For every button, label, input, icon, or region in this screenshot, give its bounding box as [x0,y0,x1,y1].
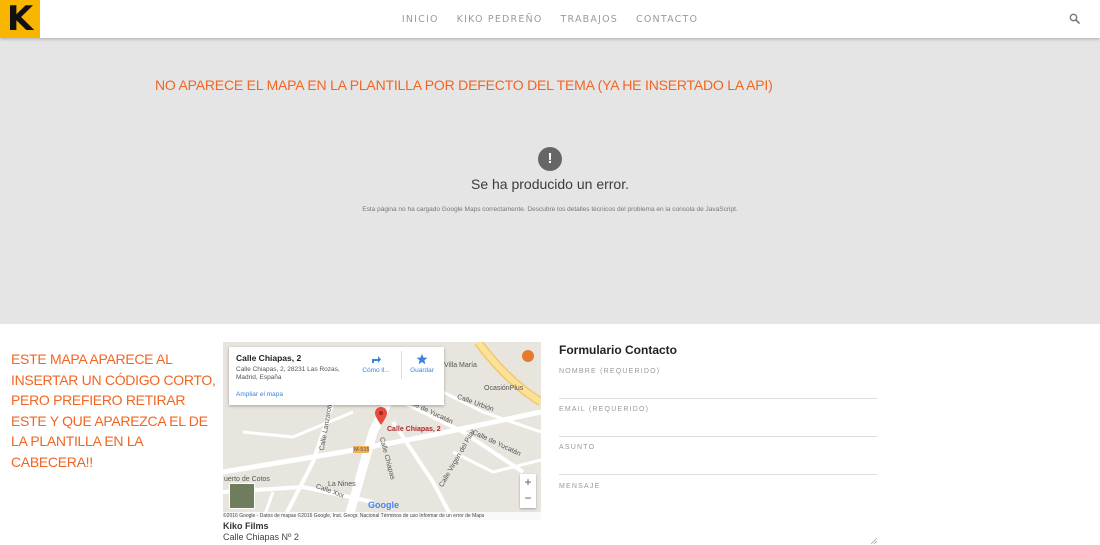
email-field[interactable]: EMAIL (REQUERIDO) [559,406,877,437]
message-field[interactable]: MENSAJE [559,483,877,543]
place-name: Calle Chiapas, 2 [236,353,302,363]
directions-button[interactable]: Cómo ll... [356,353,396,374]
place-address: Calle Chiapas, 2, 28231 Las Rozas, Madri… [236,366,340,381]
map-label: M-515 [354,447,370,453]
email-placeholder: EMAIL (REQUERIDO) [559,406,650,413]
star-icon [416,353,428,365]
map-info-card: Calle Chiapas, 2 Calle Chiapas, 2, 28231… [229,347,444,405]
site-header: K INICIO KIKO PEDREÑO TRABAJOS CONTACTO [0,0,1100,38]
form-title: Formulario Contacto [559,343,678,357]
message-placeholder: MENSAJE [559,483,601,490]
map-marker-label: Calle Chiapas, 2 [387,426,441,433]
zoom-control: + − [520,474,536,508]
annotation-top: NO APARECE EL MAPA EN LA PLANTILLA POR D… [155,77,773,93]
company-name: Kiko Films [223,521,269,531]
nav-contacto[interactable]: CONTACTO [636,14,698,25]
subject-placeholder: ASUNTO [559,444,596,451]
company-street: Calle Chiapas Nº 2 [223,532,299,542]
nav-kiko-pedreno[interactable]: KIKO PEDREÑO [457,14,543,25]
save-label: Guardar [410,367,434,374]
map-label: OcasiónPlus [484,385,524,392]
search-icon[interactable] [1068,12,1082,26]
error-icon: ! [538,147,562,171]
error-description: Esta página no ha cargado Google Maps co… [362,206,738,213]
name-field[interactable]: NOMBRE (REQUERIDO) [559,368,877,399]
google-logo: Google [368,500,399,510]
map-footer: ©2016 Google - Datos de mapas ©2016 Goog… [223,512,541,520]
annotation-side: ESTE MAPA APARECE AL INSERTAR UN CÓDIGO … [11,351,216,470]
map-label: uerto de Cotos [224,476,270,483]
nav-inicio[interactable]: INICIO [402,14,439,25]
site-logo[interactable]: K [0,0,40,38]
directions-label: Cómo ll... [362,367,390,374]
save-button[interactable]: Guardar [402,353,442,374]
nav-trabajos[interactable]: TRABAJOS [561,14,618,25]
satellite-thumbnail[interactable] [229,483,255,509]
map-marker-icon[interactable] [375,407,387,425]
larger-map-link[interactable]: Ampliar el mapa [236,391,283,398]
resize-handle-icon[interactable] [871,538,877,544]
zoom-in-button[interactable]: + [520,474,536,490]
directions-icon [372,356,381,363]
map-label: La Nines [328,481,356,488]
map-label: Villa María [444,362,477,369]
name-placeholder: NOMBRE (REQUERIDO) [559,368,661,375]
error-title: Se ha producido un error. [471,176,629,192]
zoom-out-button[interactable]: − [520,490,536,506]
subject-field[interactable]: ASUNTO [559,444,877,475]
main-nav: INICIO KIKO PEDREÑO TRABAJOS CONTACTO [0,0,1100,38]
